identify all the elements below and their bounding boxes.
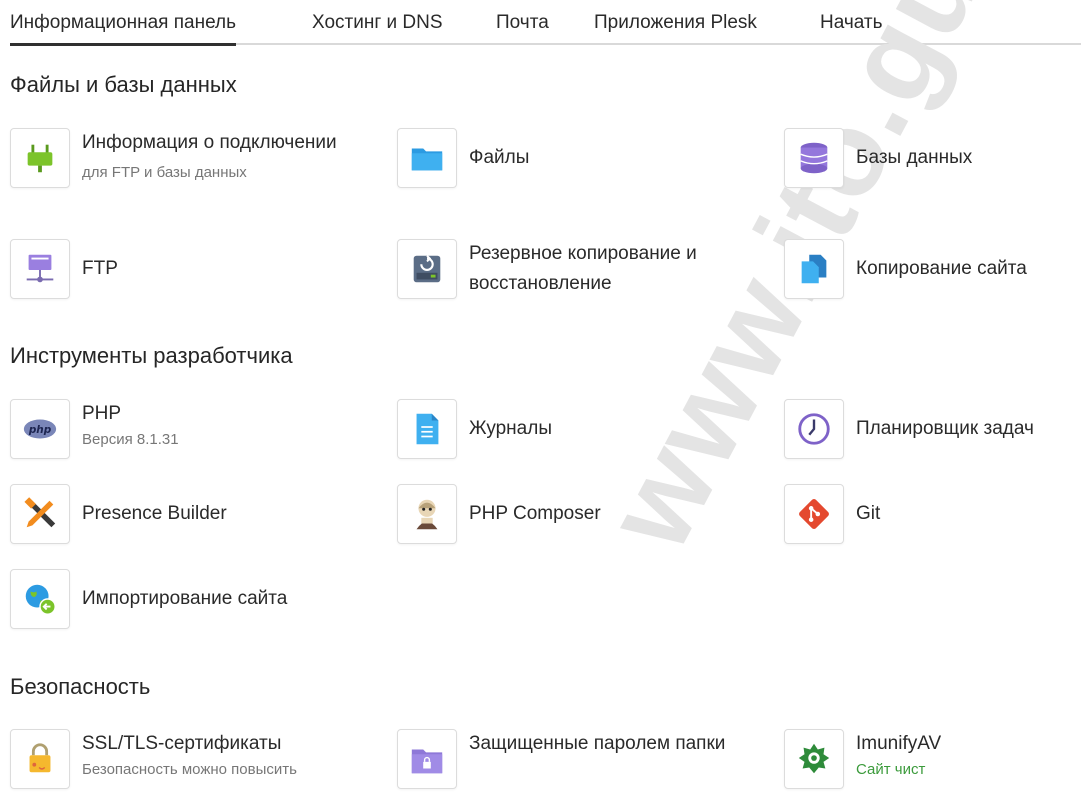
tile-label: Журналы <box>469 418 552 439</box>
tile-backup[interactable]: Резервное копирование и восстановление <box>397 239 757 319</box>
tile-label: Планировщик задач <box>856 418 1034 439</box>
ftp-server-icon <box>10 239 70 299</box>
tile-label: Копирование сайта <box>856 258 1027 279</box>
tile-logs[interactable]: Журналы <box>397 399 757 479</box>
locked-folder-icon <box>397 729 457 789</box>
tile-protected-folders[interactable]: Защищенные паролем папки <box>397 729 757 809</box>
backup-drive-icon <box>397 239 457 299</box>
tile-connection-info[interactable]: Информация о подключении для FTP и базы … <box>10 128 370 208</box>
tile-label: FTP <box>82 258 118 279</box>
tile-scheduler[interactable]: Планировщик задач <box>784 399 1081 479</box>
plug-icon <box>10 128 70 188</box>
folder-icon <box>397 128 457 188</box>
tab-mail[interactable]: Почта <box>496 12 549 43</box>
copy-site-icon <box>784 239 844 299</box>
tile-sub: для FTP и базы данных <box>82 164 247 181</box>
tile-label: PHP Composer <box>469 503 601 524</box>
clock-icon <box>784 399 844 459</box>
log-file-icon <box>397 399 457 459</box>
tile-git[interactable]: Git <box>784 484 1081 564</box>
tile-label: Presence Builder <box>82 503 227 524</box>
tile-label: Базы данных <box>856 147 973 168</box>
builder-tools-icon <box>10 484 70 544</box>
tile-presence-builder[interactable]: Presence Builder <box>10 484 370 564</box>
php-version: Версия 8.1.31 <box>82 431 179 448</box>
composer-icon <box>397 484 457 544</box>
section-title-files: Файлы и базы данных <box>10 72 237 97</box>
tab-plesk-apps[interactable]: Приложения Plesk <box>594 12 757 43</box>
svg-text:php: php <box>28 424 52 436</box>
padlock-icon <box>10 729 70 789</box>
tile-ftp[interactable]: FTP <box>10 239 370 319</box>
tile-files[interactable]: Файлы <box>397 128 757 208</box>
tile-php[interactable]: php PHP Версия 8.1.31 <box>10 399 370 479</box>
tile-php-composer[interactable]: PHP Composer <box>397 484 757 564</box>
section-title-security: Безопасность <box>10 674 151 699</box>
tile-site-import[interactable]: Импортирование сайта <box>10 569 370 649</box>
imunify-status: Сайт чист <box>856 761 926 778</box>
tile-databases[interactable]: Базы данных <box>784 128 1081 208</box>
tile-imunifyav[interactable]: ImunifyAV Сайт чист <box>784 729 1081 809</box>
tile-label: Резервное копирование и восстановление <box>469 243 697 294</box>
tile-label: SSL/TLS-сертификаты <box>82 733 282 754</box>
tile-label: Защищенные паролем папки <box>469 733 726 754</box>
tile-ssl-tls[interactable]: SSL/TLS-сертификаты Безопасность можно п… <box>10 729 370 809</box>
git-icon <box>784 484 844 544</box>
section-title-dev: Инструменты разработчика <box>10 343 293 368</box>
tab-dashboard[interactable]: Информационная панель <box>10 12 236 46</box>
tab-hosting-dns[interactable]: Хостинг и DNS <box>312 12 443 43</box>
tile-label: Импортирование сайта <box>82 588 288 609</box>
database-icon <box>784 128 844 188</box>
php-icon: php <box>10 399 70 459</box>
imunify-icon <box>784 729 844 789</box>
tile-label: PHP <box>82 403 122 424</box>
tile-site-copy[interactable]: Копирование сайта <box>784 239 1081 319</box>
ssl-status: Безопасность можно повысить <box>82 761 297 778</box>
tile-label: Информация о подключении <box>82 132 337 153</box>
tile-label: Git <box>856 503 881 524</box>
tile-label: ImunifyAV <box>856 733 942 754</box>
tab-get-started[interactable]: Начать <box>820 12 883 43</box>
top-tabs: Информационная панель Хостинг и DNS Почт… <box>10 0 1081 46</box>
globe-import-icon <box>10 569 70 629</box>
tile-label: Файлы <box>469 147 530 168</box>
